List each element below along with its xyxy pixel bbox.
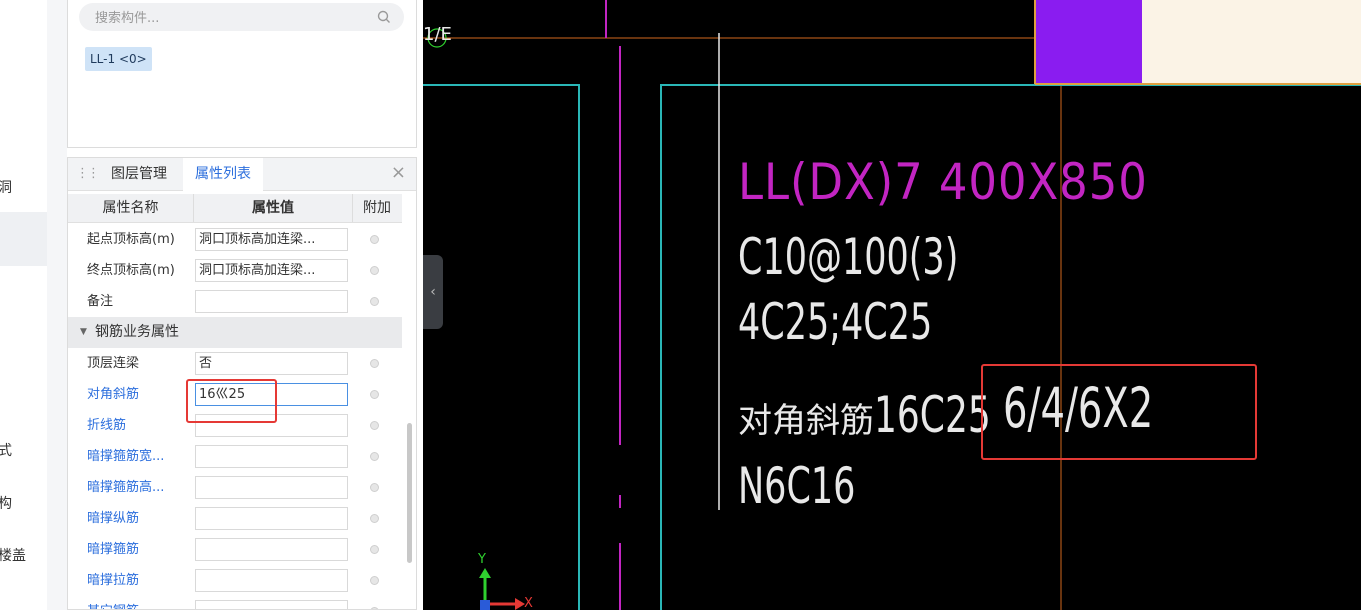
panel-tab-bar: ⋮⋮ 图层管理 属性列表 × — [68, 158, 416, 191]
column-header-value: 属性值 — [193, 194, 353, 222]
property-value-field[interactable] — [195, 445, 348, 468]
side-bars-text: N6C16 — [738, 457, 856, 515]
property-panel: ⋮⋮ 图层管理 属性列表 × 属性名称 属性值 附加 起点顶标高(m) 洞口顶标… — [67, 157, 417, 610]
beam-title-text: LL(DX)7 400X850 — [738, 153, 1148, 211]
scrollbar[interactable] — [407, 423, 412, 563]
property-value-field[interactable]: 洞口顶标高加连梁... — [195, 259, 348, 282]
extra-radio[interactable] — [370, 452, 379, 461]
property-row: 暗撑拉筋 — [68, 565, 402, 596]
left-nav-strip: 洞 式 构 楼盖 — [0, 0, 48, 610]
section-title: 钢筋业务属性 — [95, 324, 179, 340]
ucs-x-label: X — [524, 596, 533, 610]
property-value-field[interactable] — [195, 290, 348, 313]
property-value-field[interactable] — [195, 538, 348, 561]
property-name: 其它钢筋 — [87, 596, 139, 609]
grid-axis-label: 1/E — [423, 24, 452, 45]
property-row: 其它钢筋 — [68, 596, 402, 609]
extra-radio[interactable] — [370, 297, 379, 306]
property-value-field[interactable] — [195, 569, 348, 592]
wall-outline — [423, 84, 580, 610]
left-nav-item[interactable]: 构 — [0, 493, 12, 513]
extra-radio[interactable] — [370, 576, 379, 585]
property-value-field[interactable] — [195, 600, 348, 609]
property-name: 终点顶标高(m) — [87, 263, 175, 278]
panel-collapse-handle[interactable]: ‹ — [423, 255, 443, 329]
highlight-box — [186, 379, 277, 423]
left-nav-item[interactable]: 洞 — [0, 177, 12, 197]
property-name: 起点顶标高(m) — [87, 232, 175, 247]
property-row: 暗撑箍筋高... — [68, 472, 402, 503]
longitudinal-bars-text: 4C25;4C25 — [738, 293, 933, 351]
property-value-field[interactable]: 洞口顶标高加连梁... — [195, 228, 348, 251]
property-value-field[interactable]: 否 — [195, 352, 348, 375]
extra-radio[interactable] — [370, 359, 379, 368]
extra-radio[interactable] — [370, 235, 379, 244]
component-list-panel: LL-1 <0> — [67, 0, 417, 148]
property-name: 暗撑纵筋 — [87, 511, 140, 526]
hatch-light — [1142, 0, 1361, 84]
panel-gutter — [47, 0, 67, 610]
hatch-purple — [1035, 0, 1142, 84]
property-row: 暗撑纵筋 — [68, 503, 402, 534]
drag-handle-icon[interactable]: ⋮⋮ — [76, 166, 100, 181]
property-name: 备注 — [87, 294, 114, 309]
property-row: 终点顶标高(m) 洞口顶标高加连梁... — [68, 255, 402, 286]
property-row: 暗撑箍筋 — [68, 534, 402, 565]
extra-radio[interactable] — [370, 266, 379, 275]
property-row: 备注 — [68, 286, 402, 317]
property-name: 折线筋 — [87, 418, 127, 433]
property-name: 暗撑箍筋高... — [87, 480, 165, 495]
cad-canvas[interactable]: 1/E LL(DX)7 400X850 C10@100(3) 4C25;4C25… — [423, 0, 1361, 610]
search-input[interactable] — [93, 7, 367, 29]
section-header-rebar[interactable]: ▼ 钢筋业务属性 — [68, 317, 402, 348]
stirrup-text: C10@100(3) — [738, 228, 959, 286]
highlight-box — [981, 364, 1257, 460]
property-name: 对角斜筋 — [87, 387, 140, 402]
extra-radio[interactable] — [370, 514, 379, 523]
property-row: 暗撑箍筋宽... — [68, 441, 402, 472]
property-row: 起点顶标高(m) 洞口顶标高加连梁... — [68, 224, 402, 255]
collapse-caret-icon[interactable]: ▼ — [80, 317, 87, 348]
property-value-field[interactable] — [195, 476, 348, 499]
column-header-extra: 附加 — [363, 200, 391, 216]
extra-radio[interactable] — [370, 390, 379, 399]
extra-radio[interactable] — [370, 545, 379, 554]
tab-layer-management[interactable]: 图层管理 — [99, 158, 179, 190]
ucs-y-label: Y — [478, 552, 486, 567]
component-tag[interactable]: LL-1 <0> — [85, 47, 152, 71]
property-name: 暗撑拉筋 — [87, 573, 140, 588]
left-nav-item[interactable]: 楼盖 — [0, 545, 26, 565]
property-table-header: 属性名称 属性值 附加 — [68, 194, 402, 223]
search-box — [79, 3, 404, 31]
property-name: 暗撑箍筋宽... — [87, 449, 165, 464]
extra-radio[interactable] — [370, 483, 379, 492]
column-header-name: 属性名称 — [102, 200, 159, 216]
property-value-field[interactable] — [195, 507, 348, 530]
search-icon[interactable] — [376, 9, 392, 25]
property-name: 顶层连梁 — [87, 356, 140, 371]
close-icon[interactable]: × — [391, 162, 406, 183]
property-row: 顶层连梁 否 — [68, 348, 402, 379]
property-name: 暗撑箍筋 — [87, 542, 140, 557]
left-nav-selected-bg — [0, 212, 47, 266]
diagonal-rebar-label-cn: 对角斜筋 — [738, 401, 874, 441]
tab-property-list[interactable]: 属性列表 — [183, 158, 263, 191]
left-nav-item[interactable]: 式 — [0, 440, 12, 460]
extra-radio[interactable] — [370, 421, 379, 430]
diagonal-rebar-code: 16C25 — [874, 386, 991, 444]
